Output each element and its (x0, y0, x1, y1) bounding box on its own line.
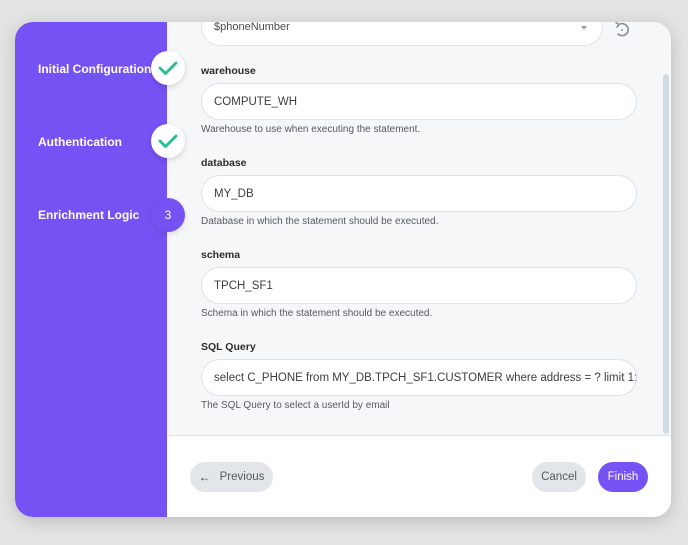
schema-input[interactable]: TPCH_SF1 (201, 267, 637, 304)
chevron-down-icon (581, 26, 587, 30)
arrow-left-icon: ← (198, 470, 211, 484)
schema-help-text: Schema in which the statement should be … (201, 308, 433, 319)
step-3-current-badge: 3 (151, 198, 185, 232)
form-scroll-area: $phoneNumber warehouse COMPUTE_WH Wareho… (167, 22, 671, 436)
finish-button[interactable]: Finish (598, 462, 648, 492)
previous-button[interactable]: ← Previous (190, 462, 273, 492)
step-initial-configuration[interactable]: Initial Configuration (38, 62, 151, 76)
database-help-text: Database in which the statement should b… (201, 216, 439, 227)
scrollbar[interactable] (663, 74, 669, 434)
cancel-button[interactable]: Cancel (532, 462, 586, 492)
sql-query-input[interactable]: select C_PHONE from MY_DB.TPCH_SF1.CUSTO… (201, 359, 637, 396)
check-icon (158, 134, 178, 148)
step-1-complete-badge (151, 51, 185, 85)
check-icon (158, 61, 178, 75)
previous-button-label: Previous (219, 471, 265, 483)
sql-query-label: SQL Query (201, 341, 256, 353)
warehouse-help-text: Warehouse to use when executing the stat… (201, 124, 421, 135)
sql-query-help-text: The SQL Query to select a userId by emai… (201, 400, 390, 411)
step-authentication[interactable]: Authentication (38, 135, 122, 149)
phone-variable-select-value: $phoneNumber (214, 22, 290, 33)
wizard-footer: ← Previous Cancel Finish (167, 436, 671, 517)
schema-label: schema (201, 249, 241, 261)
reset-icon[interactable] (613, 22, 631, 38)
warehouse-input[interactable]: COMPUTE_WH (201, 83, 637, 120)
phone-variable-select[interactable]: $phoneNumber (201, 22, 603, 46)
step-enrichment-logic[interactable]: Enrichment Logic (38, 208, 139, 222)
wizard-dialog: Initial Configuration Authentication Enr… (15, 22, 671, 517)
database-input[interactable]: MY_DB (201, 175, 637, 212)
warehouse-label: warehouse (201, 65, 256, 77)
database-label: database (201, 157, 247, 169)
step-2-complete-badge (151, 124, 185, 158)
wizard-steps-sidebar: Initial Configuration Authentication Enr… (15, 22, 167, 517)
